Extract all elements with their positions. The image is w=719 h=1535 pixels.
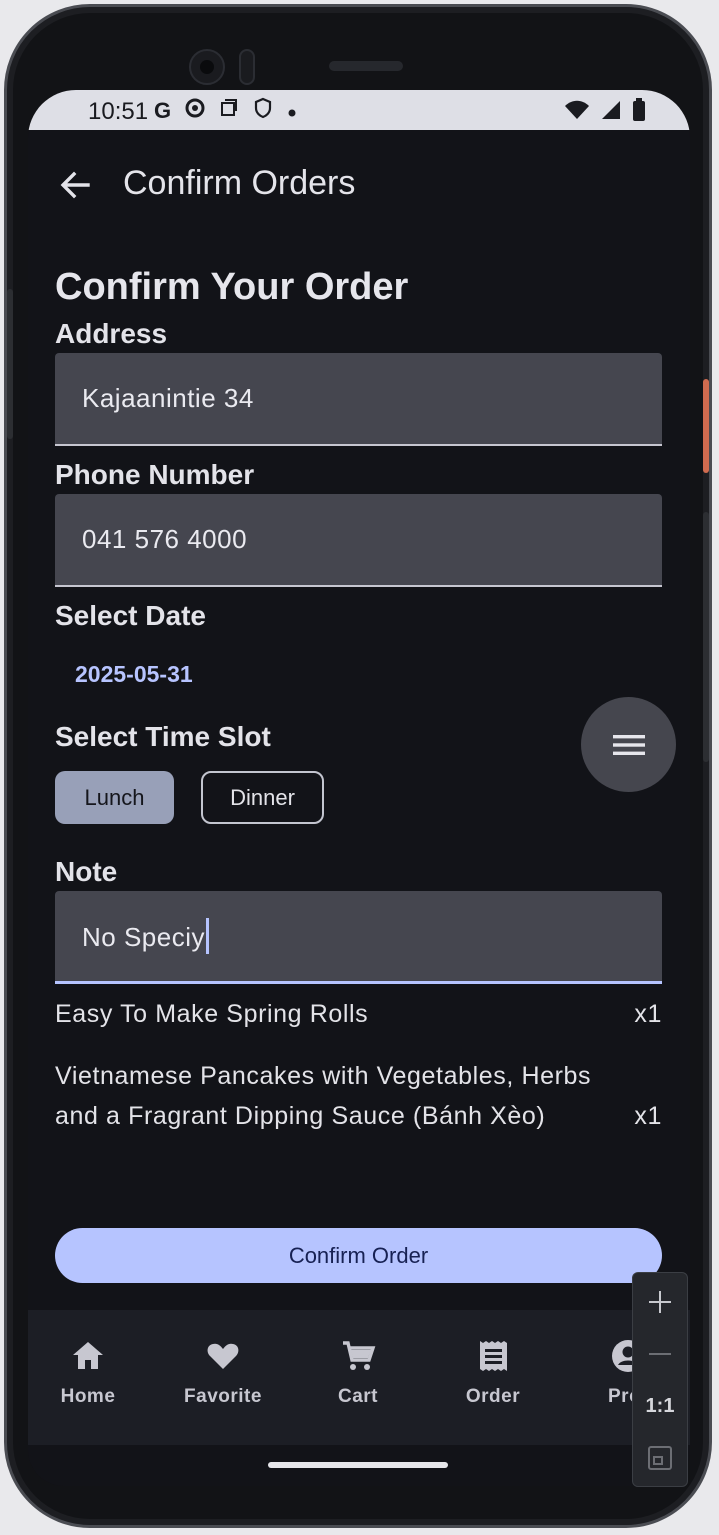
cart-icon [343,1341,376,1370]
phone-label: Phone Number [55,459,255,490]
chrome-icon [185,98,205,124]
front-camera [189,49,225,85]
timeslot-chip-lunch[interactable]: Lunch [55,771,174,824]
nav-label-order: Order [465,1386,521,1407]
bottom-navigation: Home Favorite Cart Order Prof [28,1310,690,1445]
app-screen: 10:51 G Confirm Orders Confirm Your Orde… [28,90,690,1486]
zoom-out-button[interactable] [633,1328,687,1380]
note-field[interactable]: No Speciy [55,891,662,984]
text-cursor [206,918,209,954]
order-item: Easy To Make Spring Rolls x1 [55,994,662,1034]
phone-field[interactable]: 041 576 4000 [55,494,662,587]
zoom-in-button[interactable] [633,1276,687,1328]
status-system-icons [564,98,646,127]
side-button-left [7,289,13,439]
google-icon: G [154,98,172,123]
shield-icon [253,97,273,125]
back-arrow-icon[interactable] [58,168,92,202]
screenshot-icon [219,98,239,124]
note-value-wrap: No Speciy [82,918,209,957]
order-item-name: Easy To Make Spring Rolls [55,1000,369,1028]
timeslot-label: Select Time Slot [55,721,271,752]
heart-icon [207,1343,239,1369]
date-picker-button[interactable]: 2025-05-31 [75,661,193,688]
status-time: 10:51 [88,98,149,125]
nav-item-favorite[interactable]: Favorite [163,1338,283,1408]
top-app-bar: Confirm Orders [28,130,690,240]
fit-screen-icon [648,1446,672,1470]
wifi-icon [564,100,590,125]
phone-value: 041 576 4000 [82,524,248,554]
order-item: Vietnamese Pancakes with Vegetables, Her… [55,1056,662,1176]
address-field[interactable]: Kajaanintie 34 [55,353,662,446]
status-notification-icons: G [154,97,297,125]
proximity-sensor [239,49,255,85]
date-label: Select Date [55,600,206,631]
earpiece-speaker [329,61,403,71]
nav-label-home: Home [60,1386,116,1407]
power-button [703,379,709,473]
nav-item-cart[interactable]: Cart [298,1338,418,1408]
order-item-name: Vietnamese Pancakes with Vegetables, Her… [55,1062,592,1130]
home-indicator[interactable] [268,1462,448,1468]
zoom-ratio-button[interactable]: 1:1 [633,1380,687,1432]
receipt-icon [480,1341,507,1371]
form-heading: Confirm Your Order [55,266,409,308]
timeslot-chip-dinner[interactable]: Dinner [201,771,324,824]
order-item-qty: x1 [634,1102,662,1130]
order-item-qty: x1 [634,1000,662,1028]
menu-icon [612,734,645,755]
nav-label-favorite: Favorite [184,1386,262,1407]
volume-button [703,512,709,762]
page-title: Confirm Orders [123,164,356,202]
signal-icon [600,99,622,126]
nav-item-order[interactable]: Order [433,1338,553,1408]
dot-icon [287,98,297,124]
confirm-order-button[interactable]: Confirm Order [55,1228,662,1283]
address-label: Address [55,318,168,349]
emulator-zoom-panel: 1:1 [632,1272,688,1487]
battery-icon [632,98,646,127]
nav-item-home[interactable]: Home [28,1338,148,1408]
plus-icon [649,1291,671,1313]
address-value: Kajaanintie 34 [82,383,254,413]
minus-icon [649,1353,671,1355]
nav-label-cart: Cart [337,1386,378,1407]
status-bar: 10:51 G [28,90,690,130]
note-value: No Speciy [82,921,205,952]
note-label: Note [55,856,118,887]
home-icon [73,1342,103,1369]
menu-fab[interactable] [581,697,676,792]
fit-screen-button[interactable] [633,1432,687,1484]
zoom-ratio-label: 1:1 [645,1394,675,1417]
